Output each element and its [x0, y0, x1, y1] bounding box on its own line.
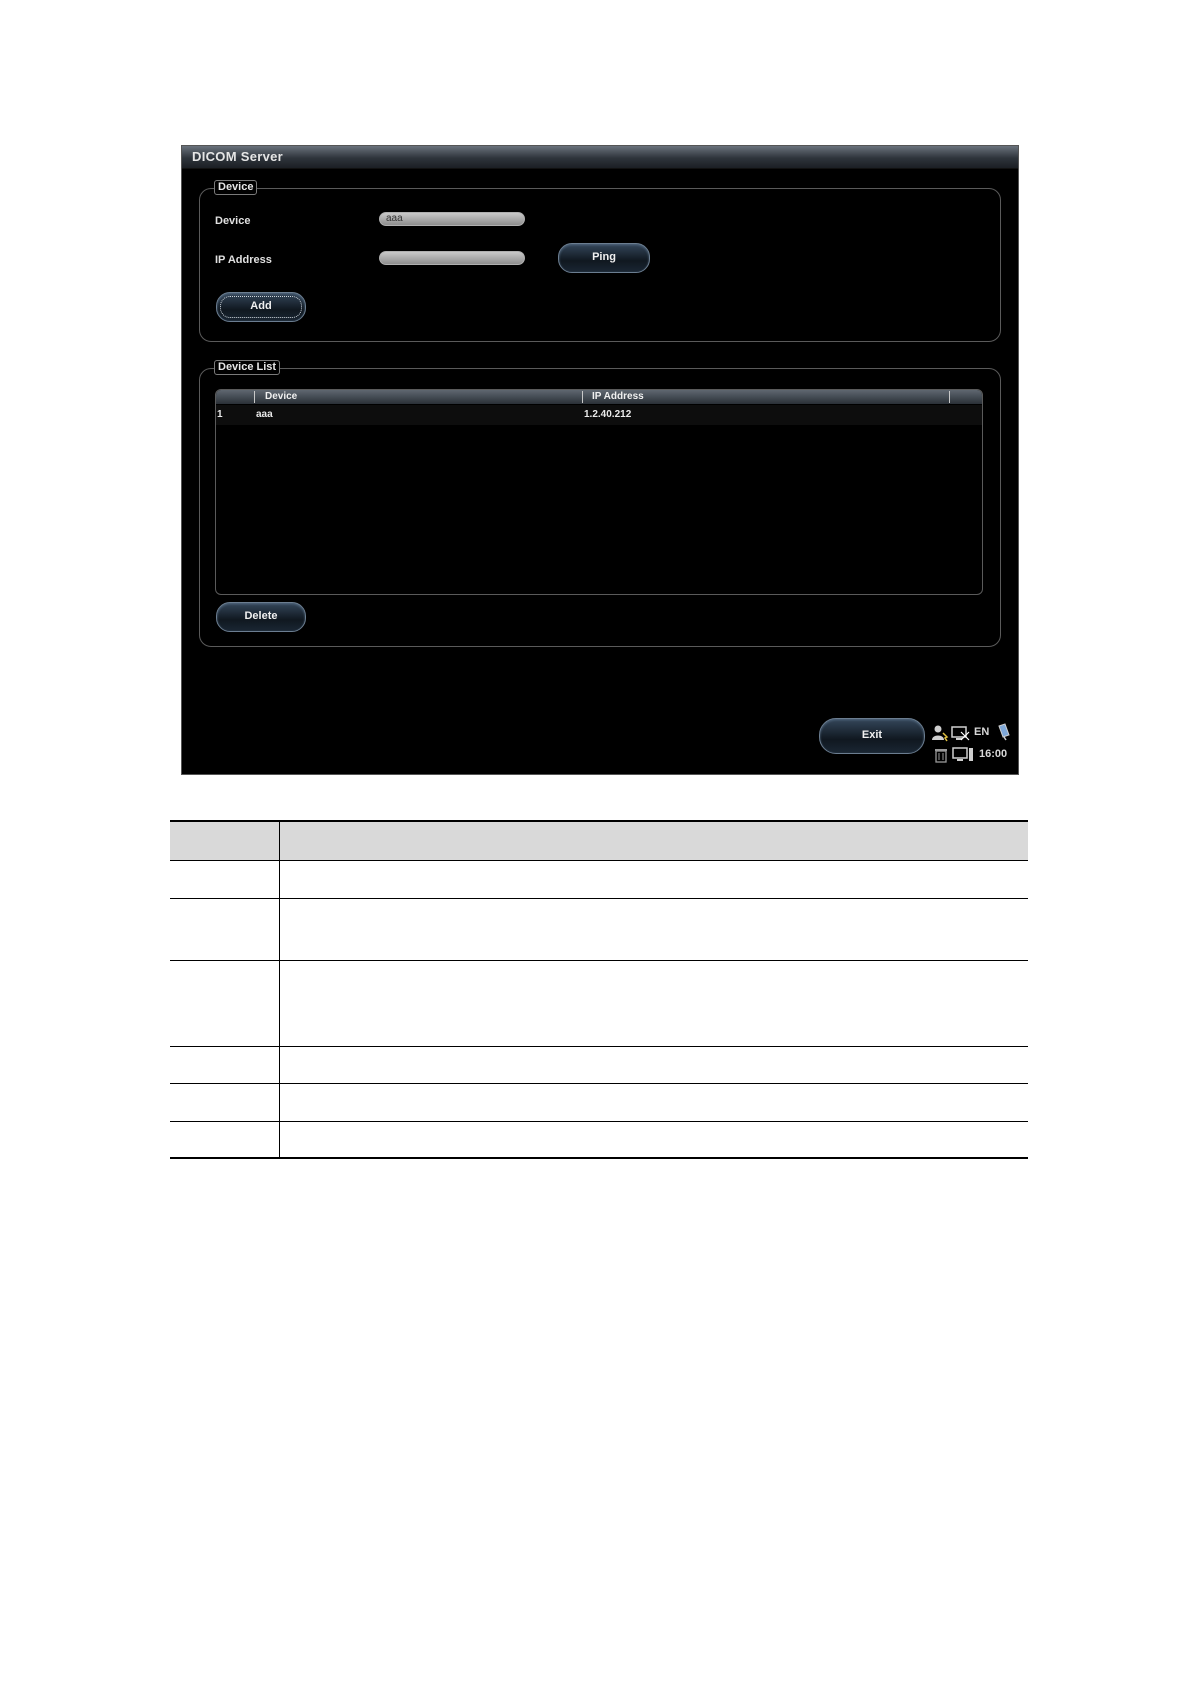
- title-bar: DICOM Server: [182, 146, 1018, 169]
- ping-button[interactable]: Ping: [558, 243, 650, 273]
- exit-button[interactable]: Exit: [819, 718, 925, 754]
- ip-address-label: IP Address: [215, 254, 272, 266]
- device-label: Device: [215, 215, 251, 227]
- table-rule: [170, 1121, 1028, 1122]
- table-header: Device IP Address: [216, 390, 982, 404]
- column-separator: [582, 391, 583, 403]
- monitor-icon[interactable]: [952, 747, 974, 763]
- network-icon[interactable]: [951, 726, 971, 742]
- table-bottom-rule: [170, 1157, 1028, 1159]
- delete-button[interactable]: Delete: [216, 602, 306, 632]
- table-rule: [170, 1046, 1028, 1047]
- clock: 16:00: [979, 748, 1008, 760]
- user-icon[interactable]: [931, 724, 949, 742]
- usb-icon[interactable]: [995, 723, 1011, 741]
- column-separator: [949, 391, 950, 403]
- table-column-rule: [279, 822, 280, 1157]
- column-header-device[interactable]: Device: [265, 391, 297, 402]
- column-header-ip-address[interactable]: IP Address: [592, 391, 644, 402]
- row-index: 1: [217, 409, 223, 420]
- trash-icon[interactable]: [933, 747, 949, 763]
- window-title: DICOM Server: [192, 149, 284, 164]
- description-table: [170, 820, 1028, 1159]
- device-list-table: Device IP Address 1 aaa 1.2.40.212: [215, 389, 983, 595]
- table-rule: [170, 898, 1028, 899]
- column-separator: [254, 391, 255, 403]
- add-button[interactable]: Add: [216, 292, 306, 322]
- table-rule: [170, 960, 1028, 961]
- dicom-server-window: DICOM Server Device Device IP Address Pi…: [181, 145, 1019, 775]
- table-rule: [170, 1083, 1028, 1084]
- language-indicator[interactable]: EN: [974, 726, 989, 738]
- row-device: aaa: [256, 409, 273, 420]
- table-row[interactable]: 1 aaa 1.2.40.212: [216, 405, 982, 425]
- row-ip-address: 1.2.40.212: [584, 409, 632, 420]
- description-table-header: [170, 820, 1028, 861]
- ip-address-input[interactable]: [379, 251, 525, 265]
- device-input[interactable]: [379, 212, 525, 226]
- device-list-legend: Device List: [214, 360, 281, 375]
- device-group-legend: Device: [214, 180, 258, 195]
